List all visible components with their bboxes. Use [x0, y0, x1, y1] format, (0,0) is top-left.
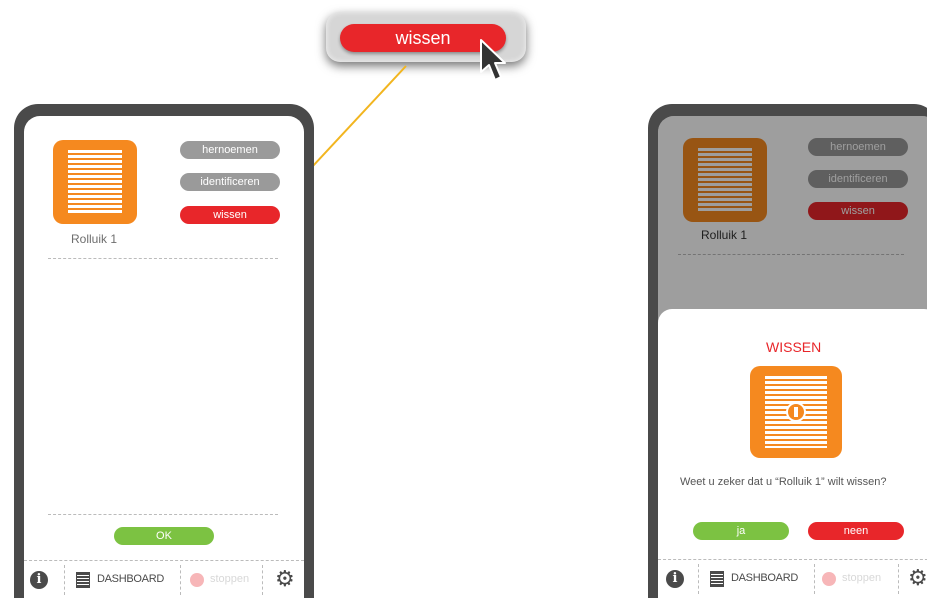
stop-icon [190, 573, 204, 587]
identify-button[interactable]: identificeren [180, 173, 280, 191]
dialog-title: WISSEN [766, 339, 822, 355]
stop-button[interactable]: stoppen [210, 573, 249, 585]
dashboard-button[interactable]: DASHBOARD [97, 573, 164, 585]
left-phone-screen: Rolluik 1 hernoemen identificeren wissen… [24, 116, 304, 598]
confirm-yes-button[interactable]: ja [693, 522, 789, 540]
rolluik-tile[interactable] [53, 140, 137, 224]
delete-button[interactable]: wissen [180, 206, 280, 224]
divider-top [48, 258, 278, 259]
gear-icon[interactable]: ⚙ [908, 567, 927, 589]
rename-button[interactable]: hernoemen [180, 141, 280, 159]
bar-separator [180, 565, 181, 595]
info-icon[interactable]: i [30, 571, 48, 589]
bar-separator [814, 564, 815, 594]
stop-button[interactable]: stoppen [842, 572, 881, 584]
dashboard-icon [76, 572, 90, 588]
dashboard-button[interactable]: DASHBOARD [731, 572, 798, 584]
dashboard-icon [710, 571, 724, 587]
bar-separator [64, 565, 65, 595]
bar-separator [262, 565, 263, 595]
dialog-rolluik-tile [750, 366, 842, 458]
gear-icon[interactable]: ⚙ [275, 568, 295, 590]
bar-separator [698, 564, 699, 594]
delete-dialog: WISSEN Weet u zeker dat u “Rolluik 1” wi… [658, 309, 927, 559]
info-icon[interactable]: i [666, 570, 684, 588]
device-name-label: Rolluik 1 [71, 232, 118, 246]
shutter-icon [68, 150, 122, 214]
stop-icon [822, 572, 836, 586]
ok-button[interactable]: OK [114, 527, 214, 545]
confirm-no-button[interactable]: neen [808, 522, 904, 540]
bottom-bar: i DASHBOARD stoppen ⚙ [24, 560, 304, 598]
bottom-bar: i DASHBOARD stoppen ⚙ [658, 559, 927, 598]
warning-icon [786, 402, 806, 422]
divider-bottom [48, 514, 278, 515]
right-phone-screen: Rolluik 1 hernoemen identificeren wissen… [658, 116, 927, 598]
bar-separator [898, 564, 899, 594]
dialog-message: Weet u zeker dat u “Rolluik 1” wilt wiss… [680, 476, 887, 488]
